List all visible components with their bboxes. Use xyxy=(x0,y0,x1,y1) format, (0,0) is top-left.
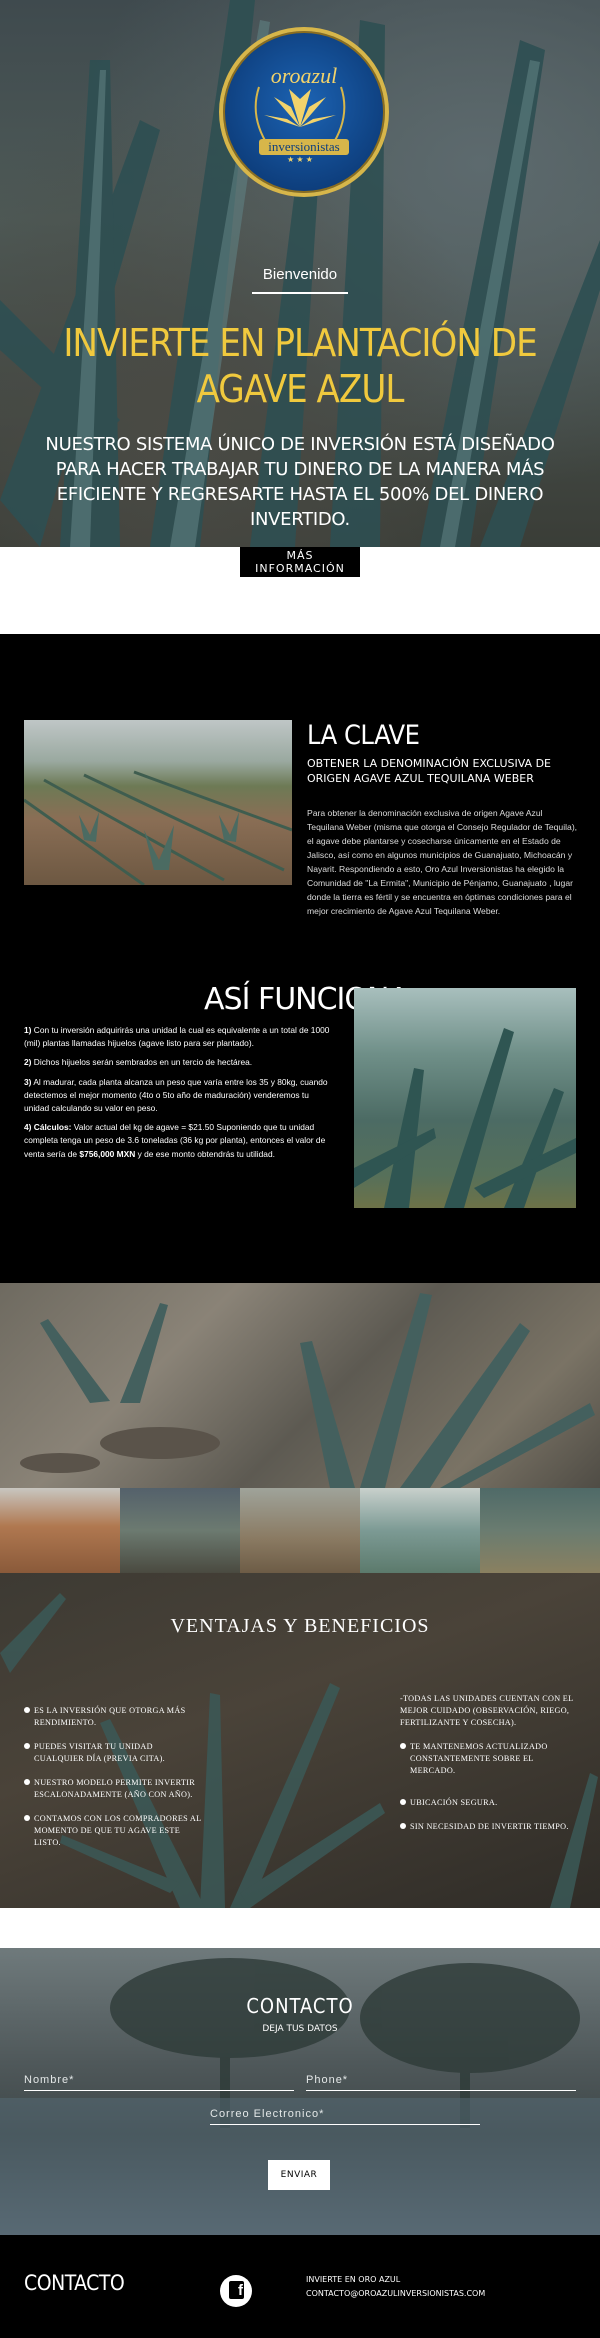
benefit-item: PUEDES VISITAR TU UNIDAD CUALQUIER DÍA (… xyxy=(24,1741,204,1765)
asi-funciona-list: 1) Con tu inversión adquirirás una unida… xyxy=(24,1024,336,1167)
footer: CONTACTO f INVIERTE EN ORO AZUL CONTACTO… xyxy=(0,2235,600,2338)
clave-body: Para obtener la denominación exclusiva d… xyxy=(307,808,578,916)
ventajas-left-list: ES LA INVERSIÓN QUE OTORGA MÁS RENDIMIEN… xyxy=(24,1705,204,1861)
clave-subtitle: OBTENER LA DENOMINACIÓN EXCLUSIVA DE ORI… xyxy=(307,757,551,785)
welcome-underline xyxy=(252,292,348,294)
svg-text:★ ★ ★: ★ ★ ★ xyxy=(287,155,313,164)
contact-form-section: CONTACTO DEJA TUS DATOS ENVIAR xyxy=(0,1948,600,2235)
ventajas-right-list: -TODAS LAS UNIDADES CUENTAN CON EL MEJOR… xyxy=(400,1693,580,1845)
step-item: 4) Cálculos: Valor actual del kg de agav… xyxy=(24,1122,326,1159)
oroazul-logo[interactable]: oroazul ★ ★ ★ inversionistas xyxy=(219,27,389,197)
contact-title: CONTACTO xyxy=(246,1994,354,2018)
step-item: 3) Al madurar, cada planta alcanza un pe… xyxy=(24,1076,328,1114)
photo-strip xyxy=(0,1488,600,1573)
name-field[interactable] xyxy=(24,2070,294,2091)
contact-subtitle: DEJA TUS DATOS xyxy=(262,2024,338,2034)
benefit-item: SIN NECESIDAD DE INVERTIR TIEMPO. xyxy=(400,1821,580,1833)
benefit-item: TE MANTENEMOS ACTUALIZADO CONSTANTEMENTE… xyxy=(400,1741,580,1777)
facebook-icon[interactable]: f xyxy=(220,2275,252,2307)
welcome-text: Bienvenido xyxy=(262,266,338,283)
logo-subtitle: inversionistas xyxy=(259,139,349,155)
phone-field[interactable] xyxy=(306,2070,576,2091)
footer-tagline: INVIERTE EN ORO AZUL xyxy=(306,2275,401,2284)
benefit-intro: -TODAS LAS UNIDADES CUENTAN CON EL MEJOR… xyxy=(400,1694,574,1727)
ventajas-section: VENTAJAS Y BENEFICIOS ES LA INVERSIÓN QU… xyxy=(0,1573,600,1908)
footer-email-link[interactable]: CONTACTO@OROAZULINVERSIONISTAS.COM xyxy=(306,2289,485,2298)
agave-field-banner xyxy=(0,1283,600,1488)
strip-photo xyxy=(360,1488,480,1573)
tree-background-image xyxy=(0,1958,600,2235)
strip-photo xyxy=(120,1488,240,1573)
benefit-item: NUESTRO MODELO PERMITE INVERTIR ESCALONA… xyxy=(24,1777,204,1801)
agave-field-photo xyxy=(24,720,292,885)
ventajas-title: VENTAJAS Y BENEFICIOS xyxy=(170,1615,430,1637)
step-item: 2) Dichos hijuelos serán sembrados en un… xyxy=(24,1057,253,1068)
info-section: LA CLAVE OBTENER LA DENOMINACIÓN EXCLUSI… xyxy=(0,634,600,1284)
agave-logo-icon: ★ ★ ★ xyxy=(254,86,346,164)
agave-plants-photo xyxy=(354,988,576,1208)
benefit-item: CONTAMOS CON LOS COMPRADORES AL MOMENTO … xyxy=(24,1813,204,1849)
more-info-button[interactable]: MÁS INFORMACIÓN xyxy=(240,547,360,577)
benefit-item: ES LA INVERSIÓN QUE OTORGA MÁS RENDIMIEN… xyxy=(24,1705,204,1729)
clave-title: LA CLAVE xyxy=(307,720,420,751)
footer-title: CONTACTO xyxy=(24,2271,125,2295)
send-button[interactable]: ENVIAR xyxy=(268,2160,330,2190)
hero-section: oroazul ★ ★ ★ inversionistas Bienvenido … xyxy=(0,0,600,547)
strip-photo xyxy=(480,1488,600,1573)
email-field[interactable] xyxy=(210,2104,480,2125)
hero-description: NUESTRO SISTEMA ÚNICO DE INVERSIÓN ESTÁ … xyxy=(45,434,555,530)
strip-photo xyxy=(0,1488,120,1573)
benefit-item: UBICACIÓN SEGURA. xyxy=(400,1797,580,1809)
strip-photo xyxy=(240,1488,360,1573)
step-item: 1) Con tu inversión adquirirás una unida… xyxy=(24,1025,330,1049)
hero-title: INVIERTE EN PLANTACIÓN DE AGAVE AZUL xyxy=(63,321,537,411)
